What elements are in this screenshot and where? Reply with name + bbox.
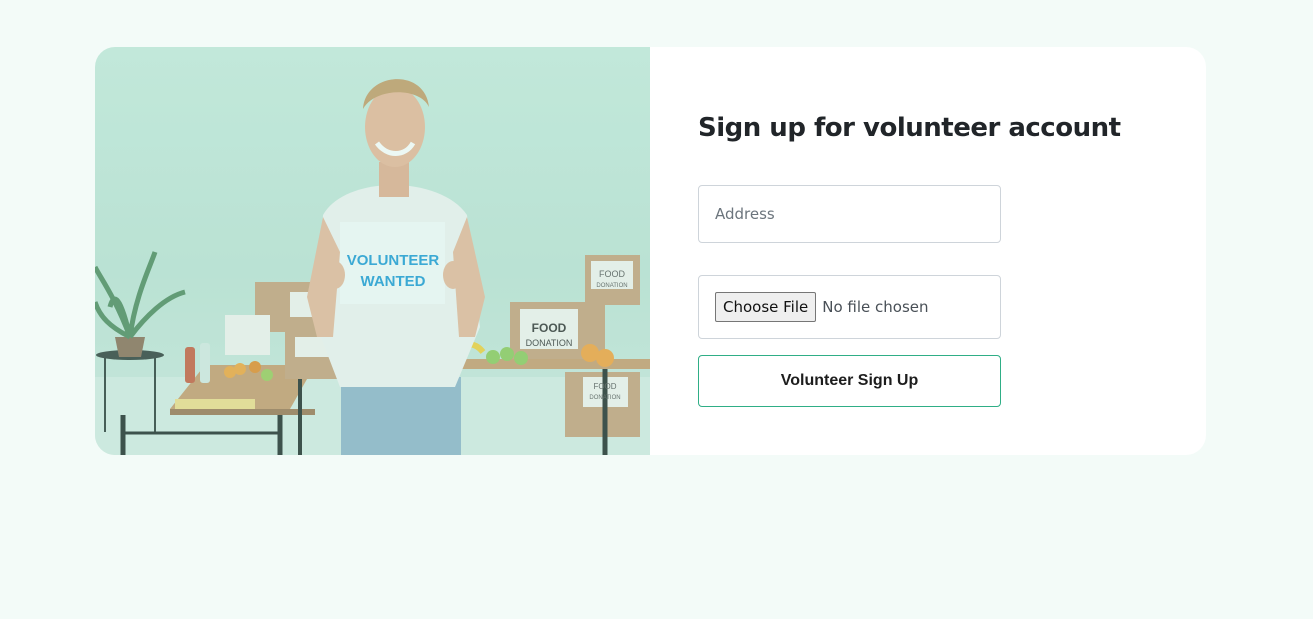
file-status-text: No file chosen: [822, 298, 929, 316]
volunteer-signup-button[interactable]: Volunteer Sign Up: [698, 355, 1001, 407]
box-label: FOOD: [593, 382, 616, 391]
box-label: DONATION: [596, 283, 627, 289]
volunteer-hero-image: VOLUNTEER WANTED FOOD DONATION FOOD DONA…: [95, 47, 650, 455]
address-input[interactable]: [698, 185, 1001, 243]
page-title: Sign up for volunteer account: [698, 113, 1121, 143]
signup-form: Sign up for volunteer account Choose Fil…: [650, 47, 1206, 455]
box-label: DONATION: [526, 338, 573, 348]
choose-file-button[interactable]: Choose File: [715, 292, 817, 322]
hero-illustration: VOLUNTEER WANTED FOOD DONATION FOOD DONA…: [95, 79, 650, 455]
sign-line-1: VOLUNTEER: [347, 252, 440, 269]
sign-line-2: WANTED: [361, 273, 426, 290]
file-upload-field[interactable]: Choose File No file chosen: [698, 275, 1001, 339]
signup-card: VOLUNTEER WANTED FOOD DONATION FOOD DONA…: [95, 47, 1206, 455]
box-label: DONATION: [589, 395, 620, 401]
box-label: FOOD: [599, 269, 625, 279]
box-label: FOOD: [532, 321, 567, 335]
